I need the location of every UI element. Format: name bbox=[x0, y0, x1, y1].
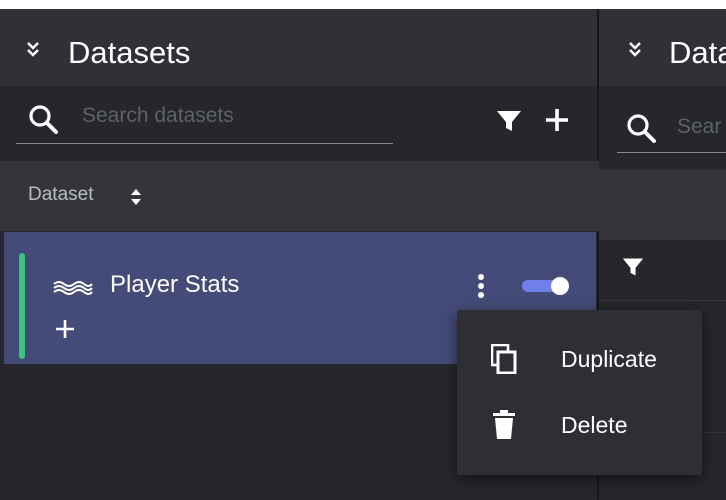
copy-icon bbox=[490, 343, 517, 379]
row-accent-bar bbox=[19, 253, 25, 359]
second-panel-title: Data bbox=[669, 35, 726, 70]
wave-icon bbox=[53, 279, 93, 302]
dataset-row-label: Player Stats bbox=[110, 271, 240, 298]
search-icon bbox=[626, 113, 658, 150]
menu-item-label: Delete bbox=[561, 412, 628, 438]
more-options-icon[interactable] bbox=[475, 272, 487, 300]
panel-title: Datasets bbox=[68, 35, 191, 70]
filter-icon[interactable] bbox=[496, 108, 522, 134]
row-add-icon[interactable] bbox=[54, 318, 76, 340]
filter-icon[interactable] bbox=[622, 256, 644, 283]
chevron-double-down-icon[interactable] bbox=[26, 40, 40, 58]
search-underline bbox=[16, 143, 393, 144]
menu-item-label: Duplicate bbox=[561, 346, 657, 372]
window-top-strip bbox=[0, 0, 726, 9]
menu-item-delete[interactable]: Delete bbox=[457, 394, 702, 454]
chevron-double-down-icon[interactable] bbox=[628, 40, 642, 63]
menu-item-duplicate[interactable]: Duplicate bbox=[457, 328, 702, 388]
second-column-header bbox=[599, 170, 726, 240]
context-menu: Duplicate Delete bbox=[457, 310, 702, 475]
sort-icon[interactable] bbox=[130, 187, 142, 212]
search-input[interactable] bbox=[80, 98, 384, 134]
column-header-dataset[interactable]: Dataset bbox=[28, 184, 93, 206]
second-search-input[interactable]: Sear bbox=[677, 115, 721, 139]
second-search-underline bbox=[617, 152, 726, 153]
dataset-visibility-toggle[interactable] bbox=[520, 275, 572, 297]
search-icon bbox=[28, 104, 60, 141]
add-dataset-button[interactable] bbox=[543, 106, 571, 134]
divider bbox=[599, 300, 726, 301]
trash-icon bbox=[491, 410, 517, 445]
